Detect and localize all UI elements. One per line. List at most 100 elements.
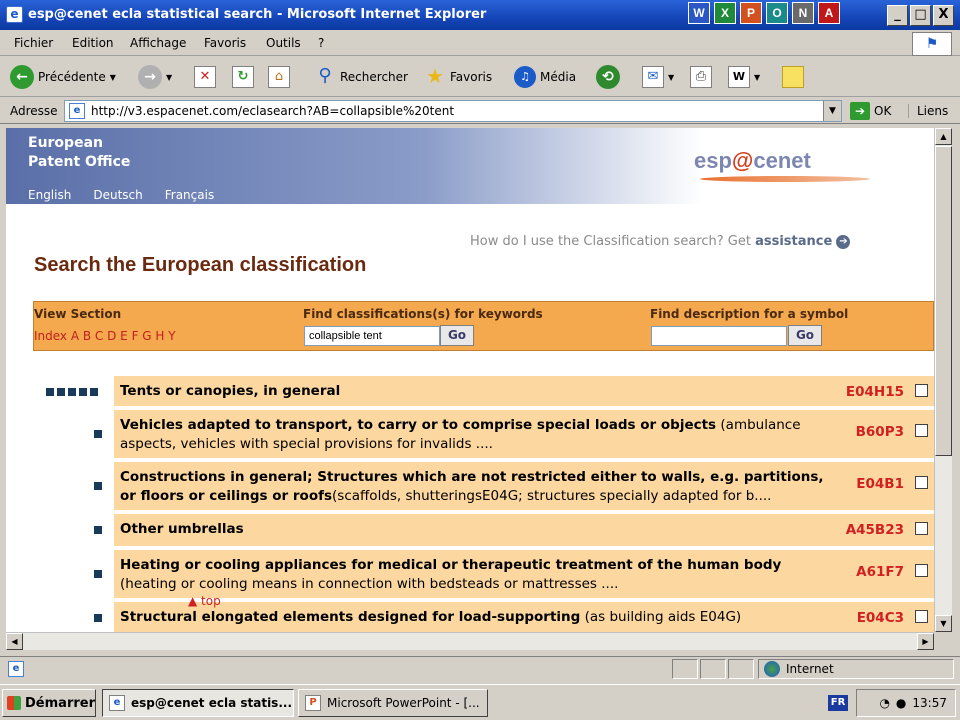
- go-button[interactable]: ➔ OK: [850, 102, 891, 120]
- top-link[interactable]: ▲ top: [188, 594, 221, 608]
- hierarchy-bullet-icon: [94, 482, 102, 490]
- classification-code-link[interactable]: A45B23: [846, 522, 904, 538]
- result-row[interactable]: Heating or cooling appliances for medica…: [114, 550, 934, 598]
- close-button[interactable]: X: [933, 5, 954, 26]
- result-row[interactable]: Vehicles adapted to transport, to carry …: [114, 410, 934, 458]
- keywords-go-button[interactable]: Go: [440, 325, 474, 346]
- media-button[interactable]: ♫ Média: [514, 63, 576, 91]
- stop-button[interactable]: ✕: [194, 63, 216, 91]
- chevron-down-icon[interactable]: ▼: [668, 73, 674, 82]
- back-label: Précédente: [38, 70, 106, 84]
- select-checkbox[interactable]: [915, 384, 928, 397]
- result-description[interactable]: Other umbrellas: [120, 520, 840, 539]
- scroll-up-arrow[interactable]: ▲: [935, 128, 952, 145]
- links-button[interactable]: Liens: [908, 104, 948, 118]
- menu-affichage[interactable]: Affichage: [130, 36, 186, 50]
- sticky-note-icon: [782, 66, 804, 88]
- powerpoint-icon[interactable]: P: [740, 2, 762, 24]
- hierarchy-bullet-icon: [94, 526, 102, 534]
- maximize-button[interactable]: □: [910, 5, 931, 26]
- language-indicator[interactable]: FR: [828, 695, 848, 711]
- result-description[interactable]: Vehicles adapted to transport, to carry …: [120, 416, 840, 454]
- page-title: Search the European classification: [34, 254, 367, 276]
- select-checkbox[interactable]: [915, 522, 928, 535]
- classification-code-link[interactable]: A61F7: [856, 564, 904, 580]
- menu-outils[interactable]: Outils: [266, 36, 301, 50]
- classification-code-link[interactable]: B60P3: [856, 424, 904, 440]
- menu-fichier[interactable]: Fichier: [14, 36, 53, 50]
- panda-icon[interactable]: ●: [896, 696, 906, 710]
- logo-part-2: cenet: [753, 148, 811, 173]
- word-edit-icon: W: [728, 66, 750, 88]
- forward-button[interactable]: → ▼: [138, 63, 172, 91]
- index-links[interactable]: Index A B C D E F G H Y: [34, 329, 176, 343]
- select-checkbox[interactable]: [915, 424, 928, 437]
- lang-deutsch[interactable]: Deutsch: [93, 188, 142, 202]
- espacenet-logo[interactable]: esp@cenet: [694, 148, 811, 174]
- scroll-left-arrow[interactable]: ◀: [6, 633, 23, 650]
- vertical-scroll-thumb[interactable]: [935, 146, 952, 456]
- lang-francais[interactable]: Français: [165, 188, 214, 202]
- excel-icon[interactable]: X: [714, 2, 736, 24]
- acrobat-icon[interactable]: A: [818, 2, 840, 24]
- result-description[interactable]: Tents or canopies, in general: [120, 382, 840, 401]
- result-row[interactable]: Other umbrellas A45B23: [114, 514, 934, 546]
- globe-icon: [764, 661, 780, 677]
- chevron-down-icon[interactable]: ▼: [754, 73, 760, 82]
- home-button[interactable]: ⌂: [268, 63, 290, 91]
- print-button[interactable]: ⎙: [690, 63, 712, 91]
- ie-page-icon[interactable]: e: [6, 6, 23, 23]
- tray-icon[interactable]: ◔: [879, 696, 889, 710]
- select-checkbox[interactable]: [915, 476, 928, 489]
- back-button[interactable]: ← Précédente ▼: [10, 63, 116, 91]
- address-label: Adresse: [10, 104, 58, 118]
- titlebar-app-icons: WXPONA: [688, 2, 840, 28]
- menu-edition[interactable]: Edition: [72, 36, 114, 50]
- result-row[interactable]: Tents or canopies, in general E04H15: [114, 376, 934, 406]
- keywords-input[interactable]: [304, 326, 440, 346]
- assistance-link[interactable]: assistance: [755, 234, 832, 249]
- lang-english[interactable]: English: [28, 188, 71, 202]
- scroll-down-arrow[interactable]: ▼: [935, 615, 952, 632]
- classification-code-link[interactable]: E04B1: [856, 476, 904, 492]
- start-button[interactable]: Démarrer: [2, 689, 96, 717]
- minimize-button[interactable]: _: [887, 5, 908, 26]
- search-button[interactable]: ⚲ Rechercher: [314, 63, 408, 91]
- page-status-icon: e: [8, 661, 24, 677]
- symbol-input[interactable]: [651, 326, 787, 346]
- outlook-icon[interactable]: O: [766, 2, 788, 24]
- scroll-right-arrow[interactable]: ▶: [917, 633, 934, 650]
- select-checkbox[interactable]: [915, 610, 928, 623]
- horizontal-scrollbar[interactable]: ◀ ▶: [6, 632, 934, 650]
- edit-button[interactable]: W ▼: [728, 63, 760, 91]
- menu-help[interactable]: ?: [318, 36, 324, 50]
- taskbar-item-ie[interactable]: e esp@cenet ecla statis...: [102, 689, 294, 717]
- chevron-down-icon[interactable]: ▼: [110, 73, 116, 82]
- symbol-go-button[interactable]: Go: [788, 325, 822, 346]
- classification-code-link[interactable]: E04C3: [857, 610, 904, 626]
- vertical-scrollbar[interactable]: ▲ ▼: [934, 128, 952, 632]
- result-row[interactable]: Constructions in general; Structures whi…: [114, 462, 934, 510]
- result-description[interactable]: Constructions in general; Structures whi…: [120, 468, 840, 506]
- chevron-down-icon[interactable]: ▼: [166, 73, 172, 82]
- notepad-icon[interactable]: N: [792, 2, 814, 24]
- mail-button[interactable]: ✉ ▼: [642, 63, 674, 91]
- status-segment: [728, 659, 754, 679]
- history-button[interactable]: ⟲: [596, 63, 620, 91]
- refresh-button[interactable]: ↻: [232, 63, 254, 91]
- result-description[interactable]: Heating or cooling appliances for medica…: [120, 556, 840, 594]
- result-description[interactable]: Structural elongated elements designed f…: [120, 608, 840, 627]
- select-checkbox[interactable]: [915, 564, 928, 577]
- classification-code-link[interactable]: E04H15: [846, 384, 904, 400]
- menu-favoris[interactable]: Favoris: [204, 36, 246, 50]
- taskbar-item-powerpoint[interactable]: P Microsoft PowerPoint - [...: [298, 689, 488, 717]
- result-row[interactable]: Structural elongated elements designed f…: [114, 602, 934, 632]
- word-icon[interactable]: W: [688, 2, 710, 24]
- favorites-button[interactable]: ★ Favoris: [424, 63, 492, 91]
- arrow-right-icon[interactable]: ➔: [836, 234, 851, 249]
- address-url[interactable]: http://v3.espacenet.com/eclasearch?AB=co…: [91, 104, 454, 118]
- address-dropdown[interactable]: ▼: [823, 101, 841, 121]
- favorites-label: Favoris: [450, 70, 493, 84]
- address-input[interactable]: e http://v3.espacenet.com/eclasearch?AB=…: [64, 100, 842, 122]
- notes-button[interactable]: [782, 63, 804, 91]
